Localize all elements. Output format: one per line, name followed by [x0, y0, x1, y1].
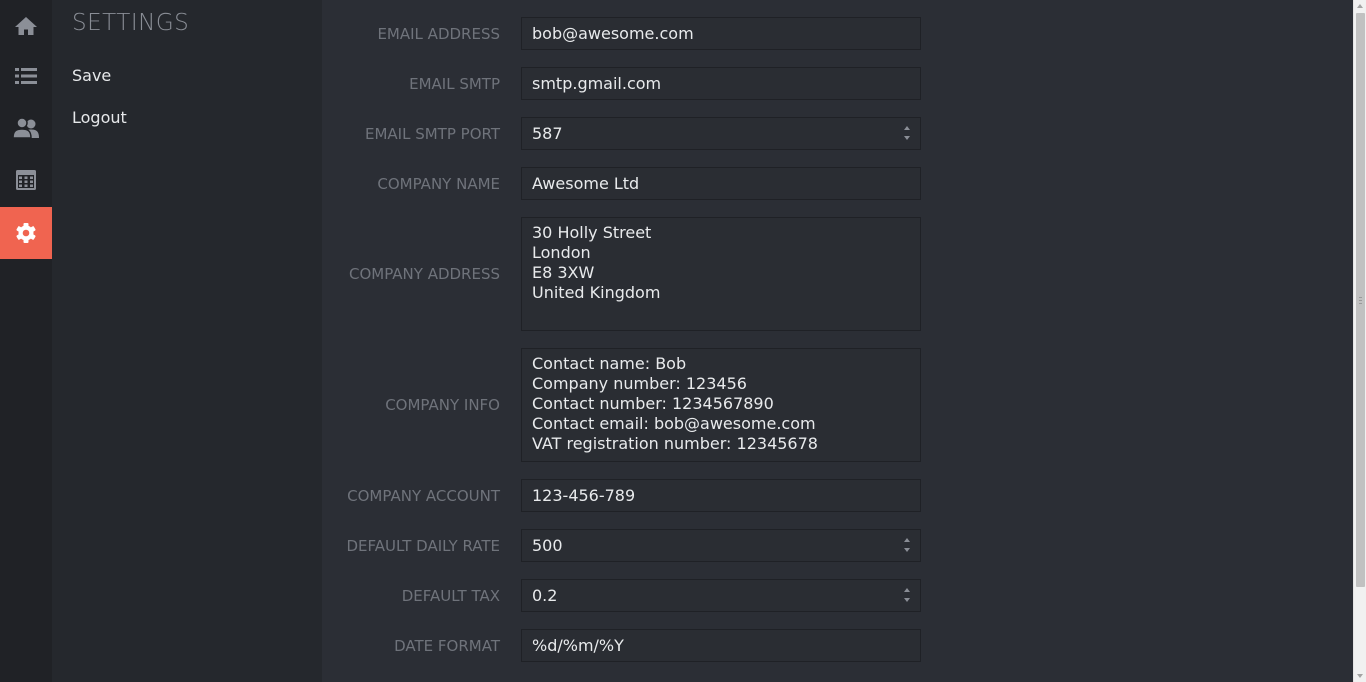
email-address-label: EMAIL ADDRESS [377, 25, 500, 43]
home-icon [15, 17, 37, 35]
email-smtp-input[interactable] [521, 67, 921, 100]
default-tax-label: DEFAULT TAX [401, 587, 500, 605]
calendar-icon [16, 170, 36, 190]
rail-item-list[interactable] [0, 50, 52, 102]
save-link[interactable]: Save [72, 66, 111, 85]
logout-link[interactable]: Logout [72, 108, 127, 127]
users-icon [12, 117, 39, 139]
scroll-thumb[interactable] [1356, 13, 1365, 587]
gear-icon [16, 223, 36, 243]
rail-item-calendar[interactable] [0, 154, 52, 206]
company-account-input[interactable] [521, 479, 921, 512]
default-daily-rate-label: DEFAULT DAILY RATE [346, 537, 500, 555]
company-address-label: COMPANY ADDRESS [348, 265, 500, 283]
email-address-input[interactable] [521, 17, 921, 50]
default-tax-wrapper [521, 579, 921, 612]
rail-item-settings[interactable] [0, 207, 52, 259]
email-smtp-port-input[interactable] [521, 117, 921, 150]
list-icon [15, 68, 37, 84]
default-daily-rate-input[interactable] [521, 529, 921, 562]
default-tax-spinner[interactable] [903, 588, 911, 602]
scroll-down-arrow-icon[interactable] [1357, 674, 1363, 678]
email-smtp-port-wrapper [521, 117, 921, 150]
rail-item-home[interactable] [0, 0, 52, 52]
email-smtp-port-spinner[interactable] [903, 126, 911, 140]
company-name-label: COMPANY NAME [377, 175, 500, 193]
email-smtp-label: EMAIL SMTP [409, 75, 500, 93]
email-smtp-port-label: EMAIL SMTP PORT [364, 125, 500, 143]
default-tax-input[interactable] [521, 579, 921, 612]
company-name-input[interactable] [521, 167, 921, 200]
company-account-label: COMPANY ACCOUNT [347, 487, 500, 505]
default-daily-rate-wrapper [521, 529, 921, 562]
company-info-textarea[interactable] [521, 348, 921, 462]
scroll-up-arrow-icon[interactable] [1357, 4, 1363, 8]
sidebar-title: SETTINGS [72, 10, 190, 36]
company-info-label: COMPANY INFO [385, 396, 500, 414]
date-format-label: DATE FORMAT [394, 637, 500, 655]
company-address-textarea[interactable] [521, 217, 921, 331]
default-daily-rate-spinner[interactable] [903, 538, 911, 552]
settings-form: EMAIL ADDRESS EMAIL SMTP EMAIL SMTP PORT… [322, 0, 1353, 682]
icon-rail [0, 0, 52, 682]
date-format-input[interactable] [521, 629, 921, 662]
page-scrollbar[interactable] [1353, 0, 1366, 682]
settings-sidebar: SETTINGS Save Logout [52, 0, 322, 682]
rail-item-users[interactable] [0, 102, 52, 154]
scroll-grip-icon [1359, 297, 1362, 304]
